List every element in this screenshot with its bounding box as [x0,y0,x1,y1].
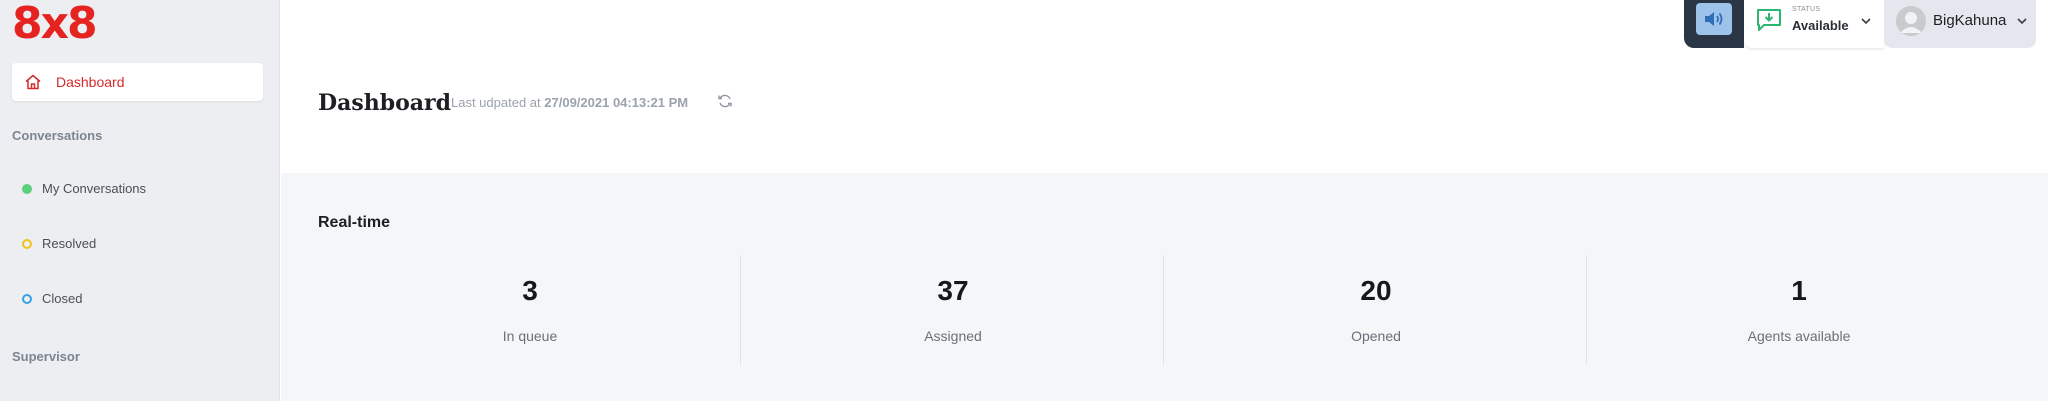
section-title-realtime: Real-time [318,214,391,231]
sidebar: 8x8 Dashboard Conversations My Conversat… [0,0,280,401]
sidebar-item-label: Closed [42,291,83,306]
user-name: BigKahuna [1933,12,2007,29]
stat-value: 1 [1791,275,1807,306]
chevron-down-icon[interactable] [2016,16,2028,26]
sidebar-item-my-conversations[interactable]: My Conversations [22,181,146,196]
stat-label: Assigned [924,328,982,344]
page-title: Dashboard [318,90,451,116]
stat-card-assigned: 37 Assigned [741,255,1165,365]
last-updated-timestamp: 27/09/2021 04:13:21 PM [544,95,689,110]
last-updated: Last udpated at 27/09/2021 04:13:21 PM [451,95,688,110]
home-icon [25,74,41,90]
sidebar-item-label: Dashboard [56,74,125,90]
sidebar-item-closed[interactable]: Closed [22,291,82,306]
stat-label: In queue [502,328,558,344]
status-chat-icon [1757,9,1781,31]
section-title-conversations: Conversations [12,128,103,143]
stat-value: 20 [1360,275,1392,306]
refresh-icon[interactable] [717,93,733,109]
status-dot [22,293,32,304]
avatar-icon [1896,6,1926,36]
stat-card-agents-available: 1 Agents available [1587,255,2011,365]
status-value: Available [1792,18,1849,33]
last-updated-prefix: Last udpated at [451,95,541,110]
stat-card-opened: 20 Opened [1164,255,1588,365]
stat-label: Agents available [1747,328,1851,344]
section-title-supervisor: Supervisor [12,349,80,364]
speaker-icon [1705,12,1723,26]
speaker-button[interactable] [1696,3,1732,35]
sidebar-item-label: Resolved [42,236,97,251]
sidebar-item-resolved[interactable]: Resolved [22,236,96,251]
status-dot [22,183,32,194]
sidebar-item-label: My Conversations [42,181,147,196]
brand-logo[interactable]: 8x8 [12,2,98,46]
sidebar-item-dashboard[interactable]: Dashboard [12,63,263,101]
stat-value: 37 [937,275,969,306]
status-caption: STATUS [1792,6,1821,13]
chevron-down-icon[interactable] [1860,16,1872,26]
stat-card-in-queue: 3 In queue [318,255,742,365]
stat-label: Opened [1351,328,1401,344]
stat-value: 3 [522,275,538,306]
status-dot [22,238,32,249]
